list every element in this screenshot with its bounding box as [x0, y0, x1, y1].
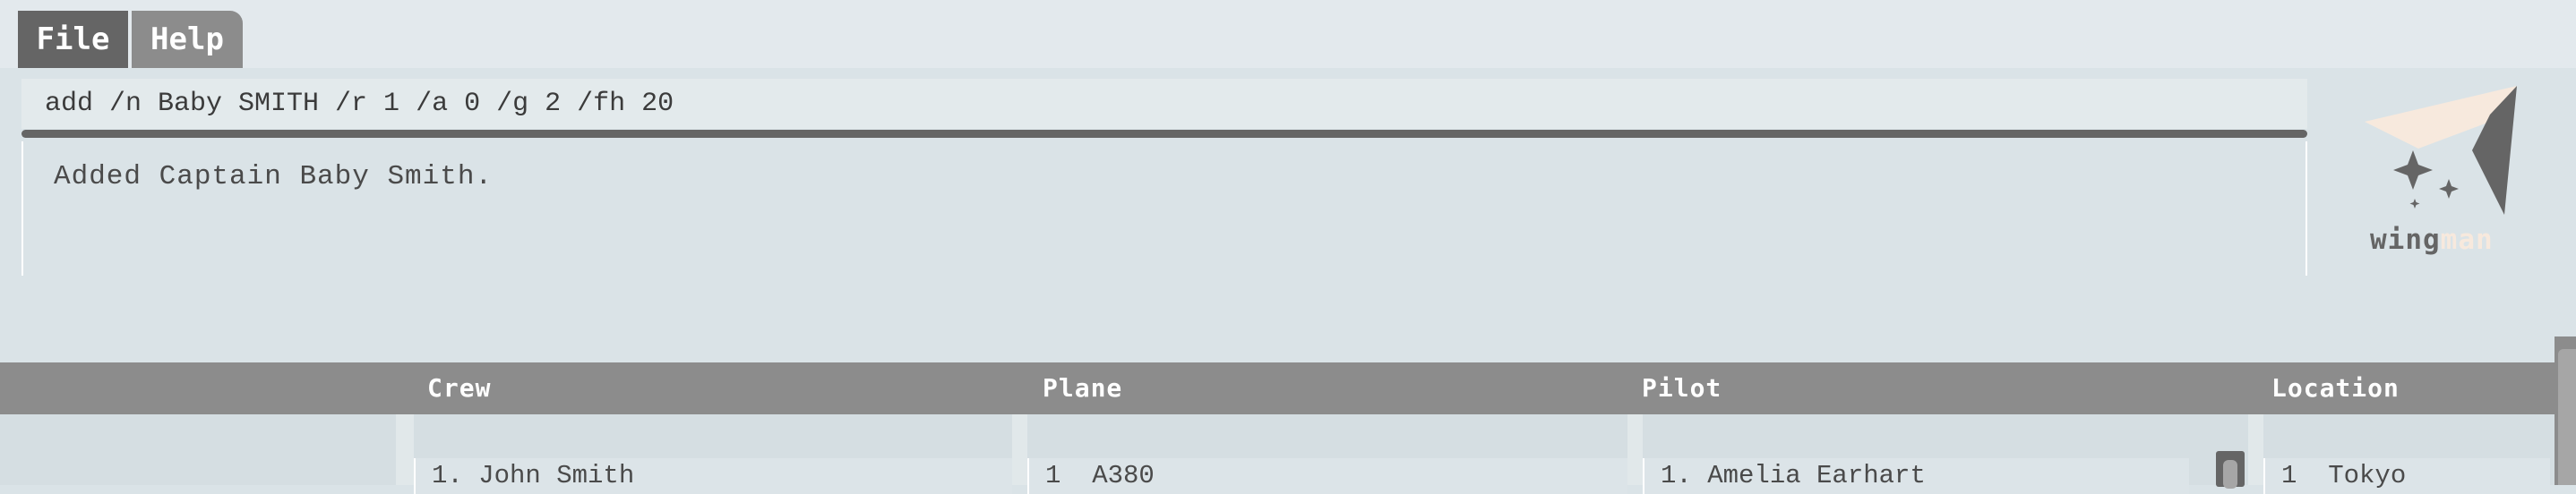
pilot-list-item[interactable]: 1. Amelia Earhart [1643, 458, 2189, 494]
pilot-list-scrollbar-thumb[interactable] [2223, 460, 2237, 489]
window-scrollbar[interactable] [2555, 336, 2576, 485]
file-menu[interactable]: File [18, 11, 128, 68]
logo-text-accent: man [2440, 224, 2494, 256]
location-list-item[interactable]: 1 Tokyo [2263, 458, 2550, 494]
plane-list-item[interactable]: 1 A380 [1027, 458, 1627, 494]
plane-column-header: Plane [1043, 373, 1123, 403]
menu-bar: File Help [0, 0, 2576, 68]
result-display: Added Captain Baby Smith. [21, 141, 2307, 276]
paper-plane-sparkle-icon [2365, 86, 2517, 215]
list-divider [1012, 414, 1027, 485]
pilot-column-header: Pilot [1642, 373, 1722, 403]
list-divider [2248, 414, 2263, 485]
result-message: Added Captain Baby Smith. [54, 161, 494, 192]
crew-list-item[interactable]: 1. John Smith [414, 458, 1012, 494]
crew-column-header: Crew [427, 373, 492, 403]
wingman-logo: wingman [2347, 86, 2526, 265]
pilot-list-scrollbar[interactable] [2216, 451, 2245, 489]
logo-text-main: wing [2370, 224, 2441, 256]
list-divider [1627, 414, 1643, 485]
window-scrollbar-thumb[interactable] [2558, 349, 2576, 485]
command-input[interactable]: add /n Baby SMITH /r 1 /a 0 /g 2 /fh 20 [21, 79, 2307, 129]
help-menu[interactable]: Help [132, 11, 243, 68]
logo-wordmark: wingman [2370, 224, 2494, 256]
location-column-header: Location [2271, 373, 2400, 403]
column-header-bar: Crew Plane Pilot Location [0, 362, 2555, 414]
list-divider [396, 414, 414, 485]
command-underline [21, 130, 2307, 138]
